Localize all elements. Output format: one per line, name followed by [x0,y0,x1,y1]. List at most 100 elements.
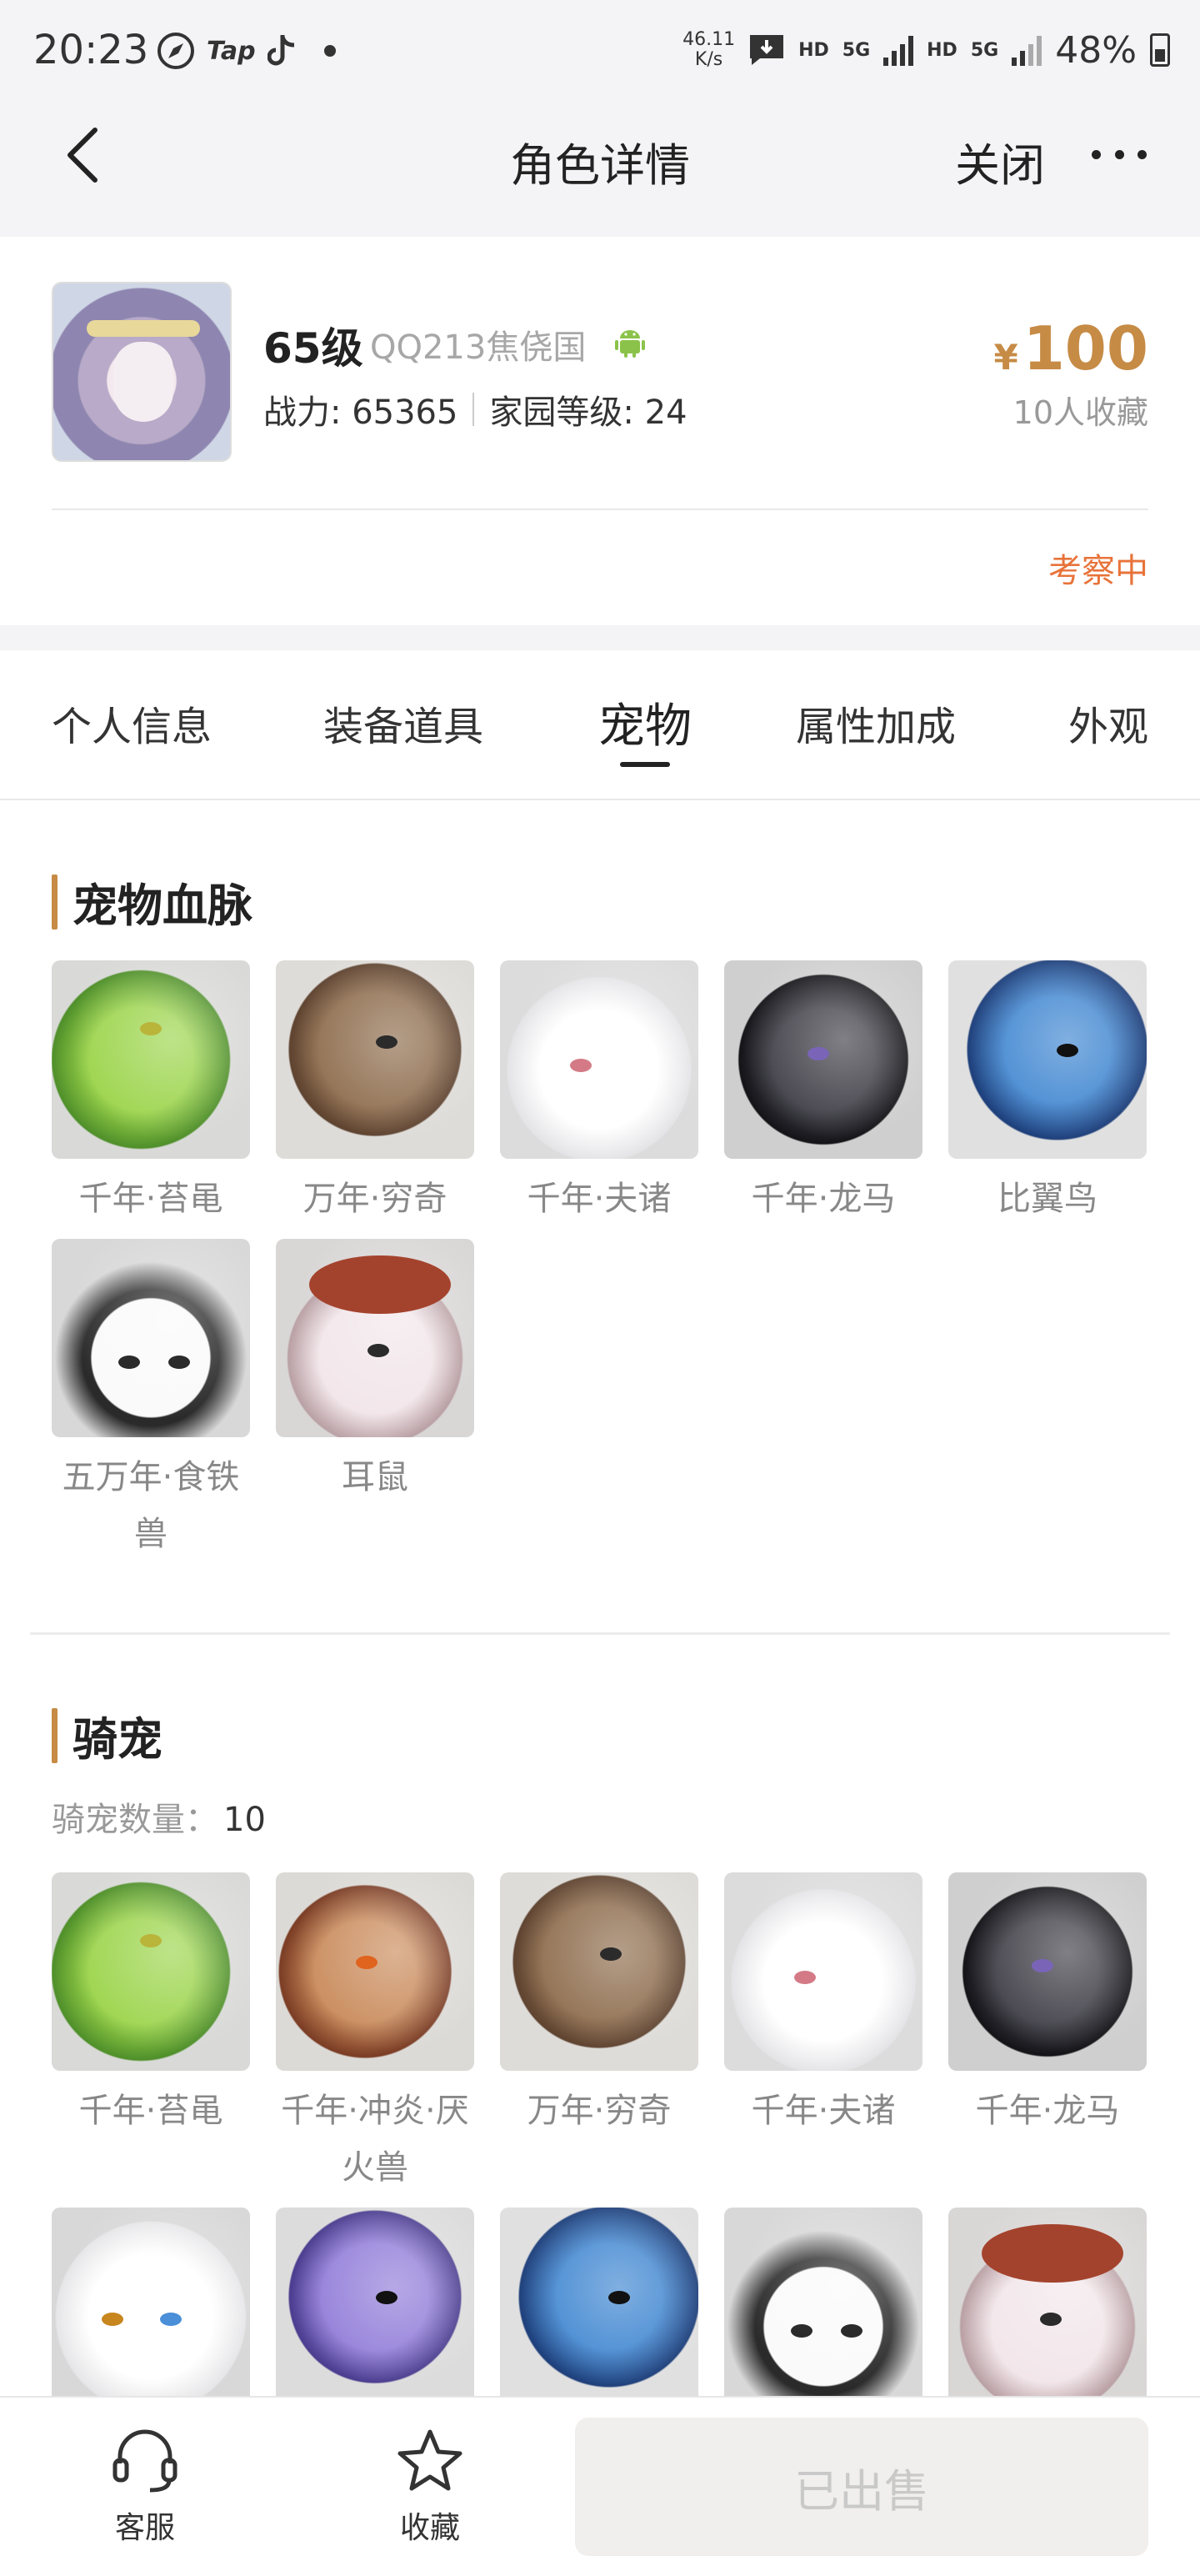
mount-item[interactable]: 千年·冲炎·厌火兽 [276,1872,474,2196]
headset-icon [112,2429,178,2493]
mount-item[interactable]: 千年·苔黾 [52,1872,250,2196]
mount-item[interactable]: 千年·夫诸 [724,1872,922,2196]
detail-tabs: 个人信息 装备道具 宠物 属性加成 外观 [0,650,1200,800]
role-price: ¥ 100 [993,313,1148,383]
pet-bloodline-title: 宠物血脉 [52,869,252,935]
close-button[interactable]: 关闭 [955,128,1045,194]
role-avatar[interactable] [52,282,232,462]
brown-beast-portrait [500,1872,698,2071]
white-deer-portrait [724,1872,922,2071]
role-level: 65级 [263,324,363,373]
mount-name: 万年·穷奇 [527,2092,672,2130]
panda-portrait [52,1239,250,1437]
section-divider [30,1632,1170,1635]
mount-item[interactable]: 千年·龙马 [948,1872,1147,2196]
favorite-count: 10人收藏 [1012,394,1148,431]
pet-name: 千年·夫诸 [527,1180,672,1218]
nav-bar: 角色详情 关闭 [0,107,1200,203]
role-server: QQ213焦侥国 [370,328,587,367]
green-toad-portrait [52,1872,250,2071]
home-level: 家园等级: 24 [489,393,688,432]
black-dragon-portrait [724,960,922,1159]
mount-item[interactable] [948,2208,1147,2418]
price-value: 100 [1022,313,1148,383]
5g-indicator-1: 5G [842,39,871,61]
pet-item[interactable]: 千年·龙马 [724,960,922,1227]
white-cat-portrait [52,2208,250,2406]
section-accent-bar [52,874,58,930]
status-bar: 20:23 Tap 46.11 K/s HD 5G HD 5G 48% [0,0,1200,107]
net-speed: 46.11 K/s [682,29,736,70]
mount-item[interactable] [500,2208,698,2418]
signal-icon-1 [883,34,914,66]
active-tab-indicator [620,762,670,767]
hd-indicator-1: HD [798,39,829,61]
bottom-action-bar: 客服 收藏 已出售 [0,2396,1200,2574]
pet-name: 万年·穷奇 [302,1180,448,1218]
mount-item[interactable] [276,2208,474,2418]
tab-attributes[interactable]: 属性加成 [796,694,956,752]
stat-separator [472,393,475,426]
tab-equipment[interactable]: 装备道具 [323,694,483,752]
battery-icon [1150,33,1170,67]
mount-name: 千年·夫诸 [751,2092,896,2130]
pet-item[interactable]: 五万年·食铁兽 [52,1239,250,1562]
mount-count: 骑宠数量： 10 [52,1801,266,1839]
pet-name: 耳鼠 [342,1458,408,1496]
blue-bird-portrait [948,960,1147,1159]
role-stats: 战力: 65365 家园等级: 24 [263,385,688,434]
status-right-icons: 46.11 K/s HD 5G HD 5G 48% [682,25,1170,75]
android-icon [615,330,645,358]
pet-name: 比翼鸟 [998,1180,1098,1218]
status-time: 20:23 [33,27,149,73]
pet-item[interactable]: 比翼鸟 [948,960,1147,1227]
pet-bloodline-grid: 千年·苔黾 万年·穷奇 千年·夫诸 千年·龙马 比翼鸟 五万年·食铁兽 耳鼠 [52,960,1148,1574]
signal-icon-2 [1012,34,1042,66]
tab-personal-info[interactable]: 个人信息 [52,694,212,752]
tap-app-icon: Tap [207,36,256,66]
fire-wolf-portrait [276,1872,474,2071]
mounts-grid: 千年·苔黾 千年·冲炎·厌火兽 万年·穷奇 千年·夫诸 千年·龙马 [52,1872,1148,2429]
star-icon [398,2429,462,2491]
pet-item[interactable]: 千年·夫诸 [500,960,698,1227]
role-summary-card: 65级 QQ213焦侥国 战力: 65365 家园等级: 24 ¥ 100 10… [0,237,1200,625]
review-status: 考察中 [1048,552,1148,590]
pet-name: 五万年·食铁兽 [62,1458,240,1553]
currency-symbol: ¥ [993,337,1018,378]
hd-indicator-2: HD [927,39,958,61]
ear-mouse-portrait [948,2208,1147,2406]
blue-bird-portrait [500,2208,698,2406]
mount-item[interactable] [724,2208,922,2418]
compass-icon [158,33,194,69]
section-gap [0,625,1200,650]
white-deer-portrait [500,960,698,1159]
pet-item[interactable]: 千年·苔黾 [52,960,250,1227]
tab-pets[interactable]: 宠物 [598,689,692,756]
mount-name: 千年·苔黾 [78,2092,223,2130]
purple-bird-portrait [276,2208,474,2406]
ear-mouse-portrait [276,1239,474,1437]
card-divider [52,509,1148,510]
panda-portrait [724,2208,922,2406]
mount-item[interactable]: 万年·穷奇 [500,1872,698,2196]
battery-percent: 48% [1055,28,1137,72]
pet-item[interactable]: 万年·穷奇 [276,960,474,1227]
more-options-icon[interactable] [1092,142,1147,167]
5g-indicator-2: 5G [970,39,999,61]
pet-name: 千年·龙马 [751,1180,896,1218]
pet-item[interactable]: 耳鼠 [276,1239,474,1562]
pet-name: 千年·苔黾 [78,1180,223,1218]
tiktok-icon [267,35,294,66]
green-toad-portrait [52,960,250,1159]
favorite-button[interactable]: 收藏 [338,2398,522,2576]
combat-power: 战力: 65365 [263,393,458,432]
mount-item[interactable] [52,2208,250,2418]
message-icon [750,35,784,65]
brown-beast-portrait [276,960,474,1159]
status-left-icons: Tap [157,30,336,72]
sold-out-button[interactable]: 已出售 [575,2418,1148,2556]
customer-service-button[interactable]: 客服 [53,2398,237,2576]
mounts-title: 骑宠 [52,1702,162,1768]
tab-appearance[interactable]: 外观 [1068,694,1148,752]
mount-name: 千年·冲炎·厌火兽 [281,2092,469,2187]
